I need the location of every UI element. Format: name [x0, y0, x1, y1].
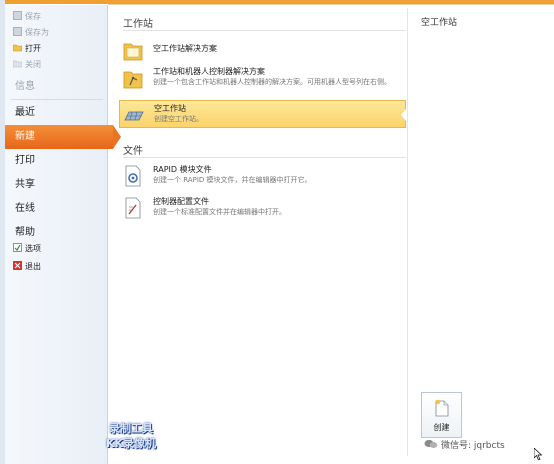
template-description: 创建一个标准配置文件并在编辑器中打开。: [153, 208, 286, 216]
options-icon: [13, 243, 22, 252]
template-description: 创建空工作站。: [154, 115, 203, 123]
rapid-module-file-icon: [125, 165, 141, 187]
folder-solution-icon: [123, 43, 143, 61]
save-icon: [13, 11, 22, 20]
create-button-label: 创建: [433, 423, 450, 432]
wechat-id: 微信号: jqrbcts: [424, 438, 505, 451]
sidebar-item-label: 保存: [25, 12, 41, 21]
sidebar-item-share[interactable]: 共享: [5, 173, 108, 197]
sidebar-item-new[interactable]: 新建: [5, 125, 121, 149]
template-rapid-module[interactable]: RAPID 模块文件 创建一个 RAPID 模块文件，并在编辑器中打开它。: [119, 162, 406, 190]
sidebar-item-online[interactable]: 在线: [5, 197, 108, 221]
empty-station-icon: [124, 111, 144, 121]
sidebar-item-label: 关闭: [25, 60, 41, 69]
mouse-cursor-icon: [534, 448, 542, 460]
watermark-line: KK录像机: [105, 437, 157, 450]
template-title: 控制器配置文件: [153, 197, 209, 206]
panel-divider: [407, 8, 408, 456]
template-empty-station-solution[interactable]: 空工作站解决方案: [119, 36, 406, 64]
sidebar-item-save[interactable]: 保存: [5, 9, 108, 25]
folder-open-icon: [13, 44, 22, 52]
recorder-watermark: 录制工具 KK录像机: [86, 421, 176, 451]
template-title: RAPID 模块文件: [153, 165, 212, 174]
create-button[interactable]: 创建: [421, 392, 462, 438]
backstage-sidebar: 保存 保存为 打开 关闭 信息 最近 新建 打印 共享 在线 帮助 选项 退出: [5, 5, 121, 464]
sidebar-item-print[interactable]: 打印: [5, 149, 108, 173]
new-document-icon: [435, 399, 449, 417]
sidebar-item-open[interactable]: 打开: [5, 41, 108, 57]
section-title-file: 文件: [123, 146, 143, 157]
template-title: 空工作站: [154, 104, 186, 113]
template-description: 创建一个包含工作站和机器人控制器的解决方案。可用机器人型号列在右侧。: [153, 78, 391, 86]
section-title-station: 工作站: [123, 19, 153, 30]
sidebar-item-close[interactable]: 关闭: [5, 57, 108, 73]
exit-icon: [13, 261, 22, 270]
wechat-icon: [424, 439, 438, 448]
section-divider: [123, 157, 406, 158]
sidebar-item-recent[interactable]: 最近: [5, 101, 108, 125]
sidebar-divider: [11, 99, 103, 100]
sidebar-item-options[interactable]: 选项: [5, 241, 108, 257]
top-divider: [108, 4, 554, 5]
sidebar-item-label: 选项: [25, 244, 41, 253]
section-divider: [123, 30, 406, 31]
template-title: 空工作站解决方案: [153, 44, 217, 53]
template-title: 工作站和机器人控制器解决方案: [153, 67, 265, 76]
template-controller-config[interactable]: 控制器配置文件 创建一个标准配置文件并在编辑器中打开。: [119, 194, 406, 222]
wechat-text: 微信号: jqrbcts: [441, 441, 505, 451]
sidebar-item-label: 保存为: [25, 28, 49, 37]
template-empty-station[interactable]: 空工作站 创建空工作站。: [119, 100, 406, 128]
preview-title: 空工作站: [421, 18, 458, 28]
sidebar-item-label: 退出: [25, 262, 41, 271]
sidebar-item-save-as[interactable]: 保存为: [5, 25, 108, 41]
close-icon: [13, 60, 22, 68]
save-as-icon: [13, 27, 22, 36]
template-station-controller-solution[interactable]: 工作站和机器人控制器解决方案 创建一个包含工作站和机器人控制器的解决方案。可用机…: [119, 64, 406, 98]
template-description: 创建一个 RAPID 模块文件，并在编辑器中打开它。: [153, 176, 312, 184]
sidebar-item-label: 打开: [25, 44, 41, 53]
watermark-line: 录制工具: [109, 422, 153, 435]
folder-robot-icon: [123, 71, 143, 89]
config-file-icon: [125, 197, 141, 219]
sidebar-item-exit[interactable]: 退出: [5, 259, 108, 275]
sidebar-item-info[interactable]: 信息: [5, 75, 108, 99]
